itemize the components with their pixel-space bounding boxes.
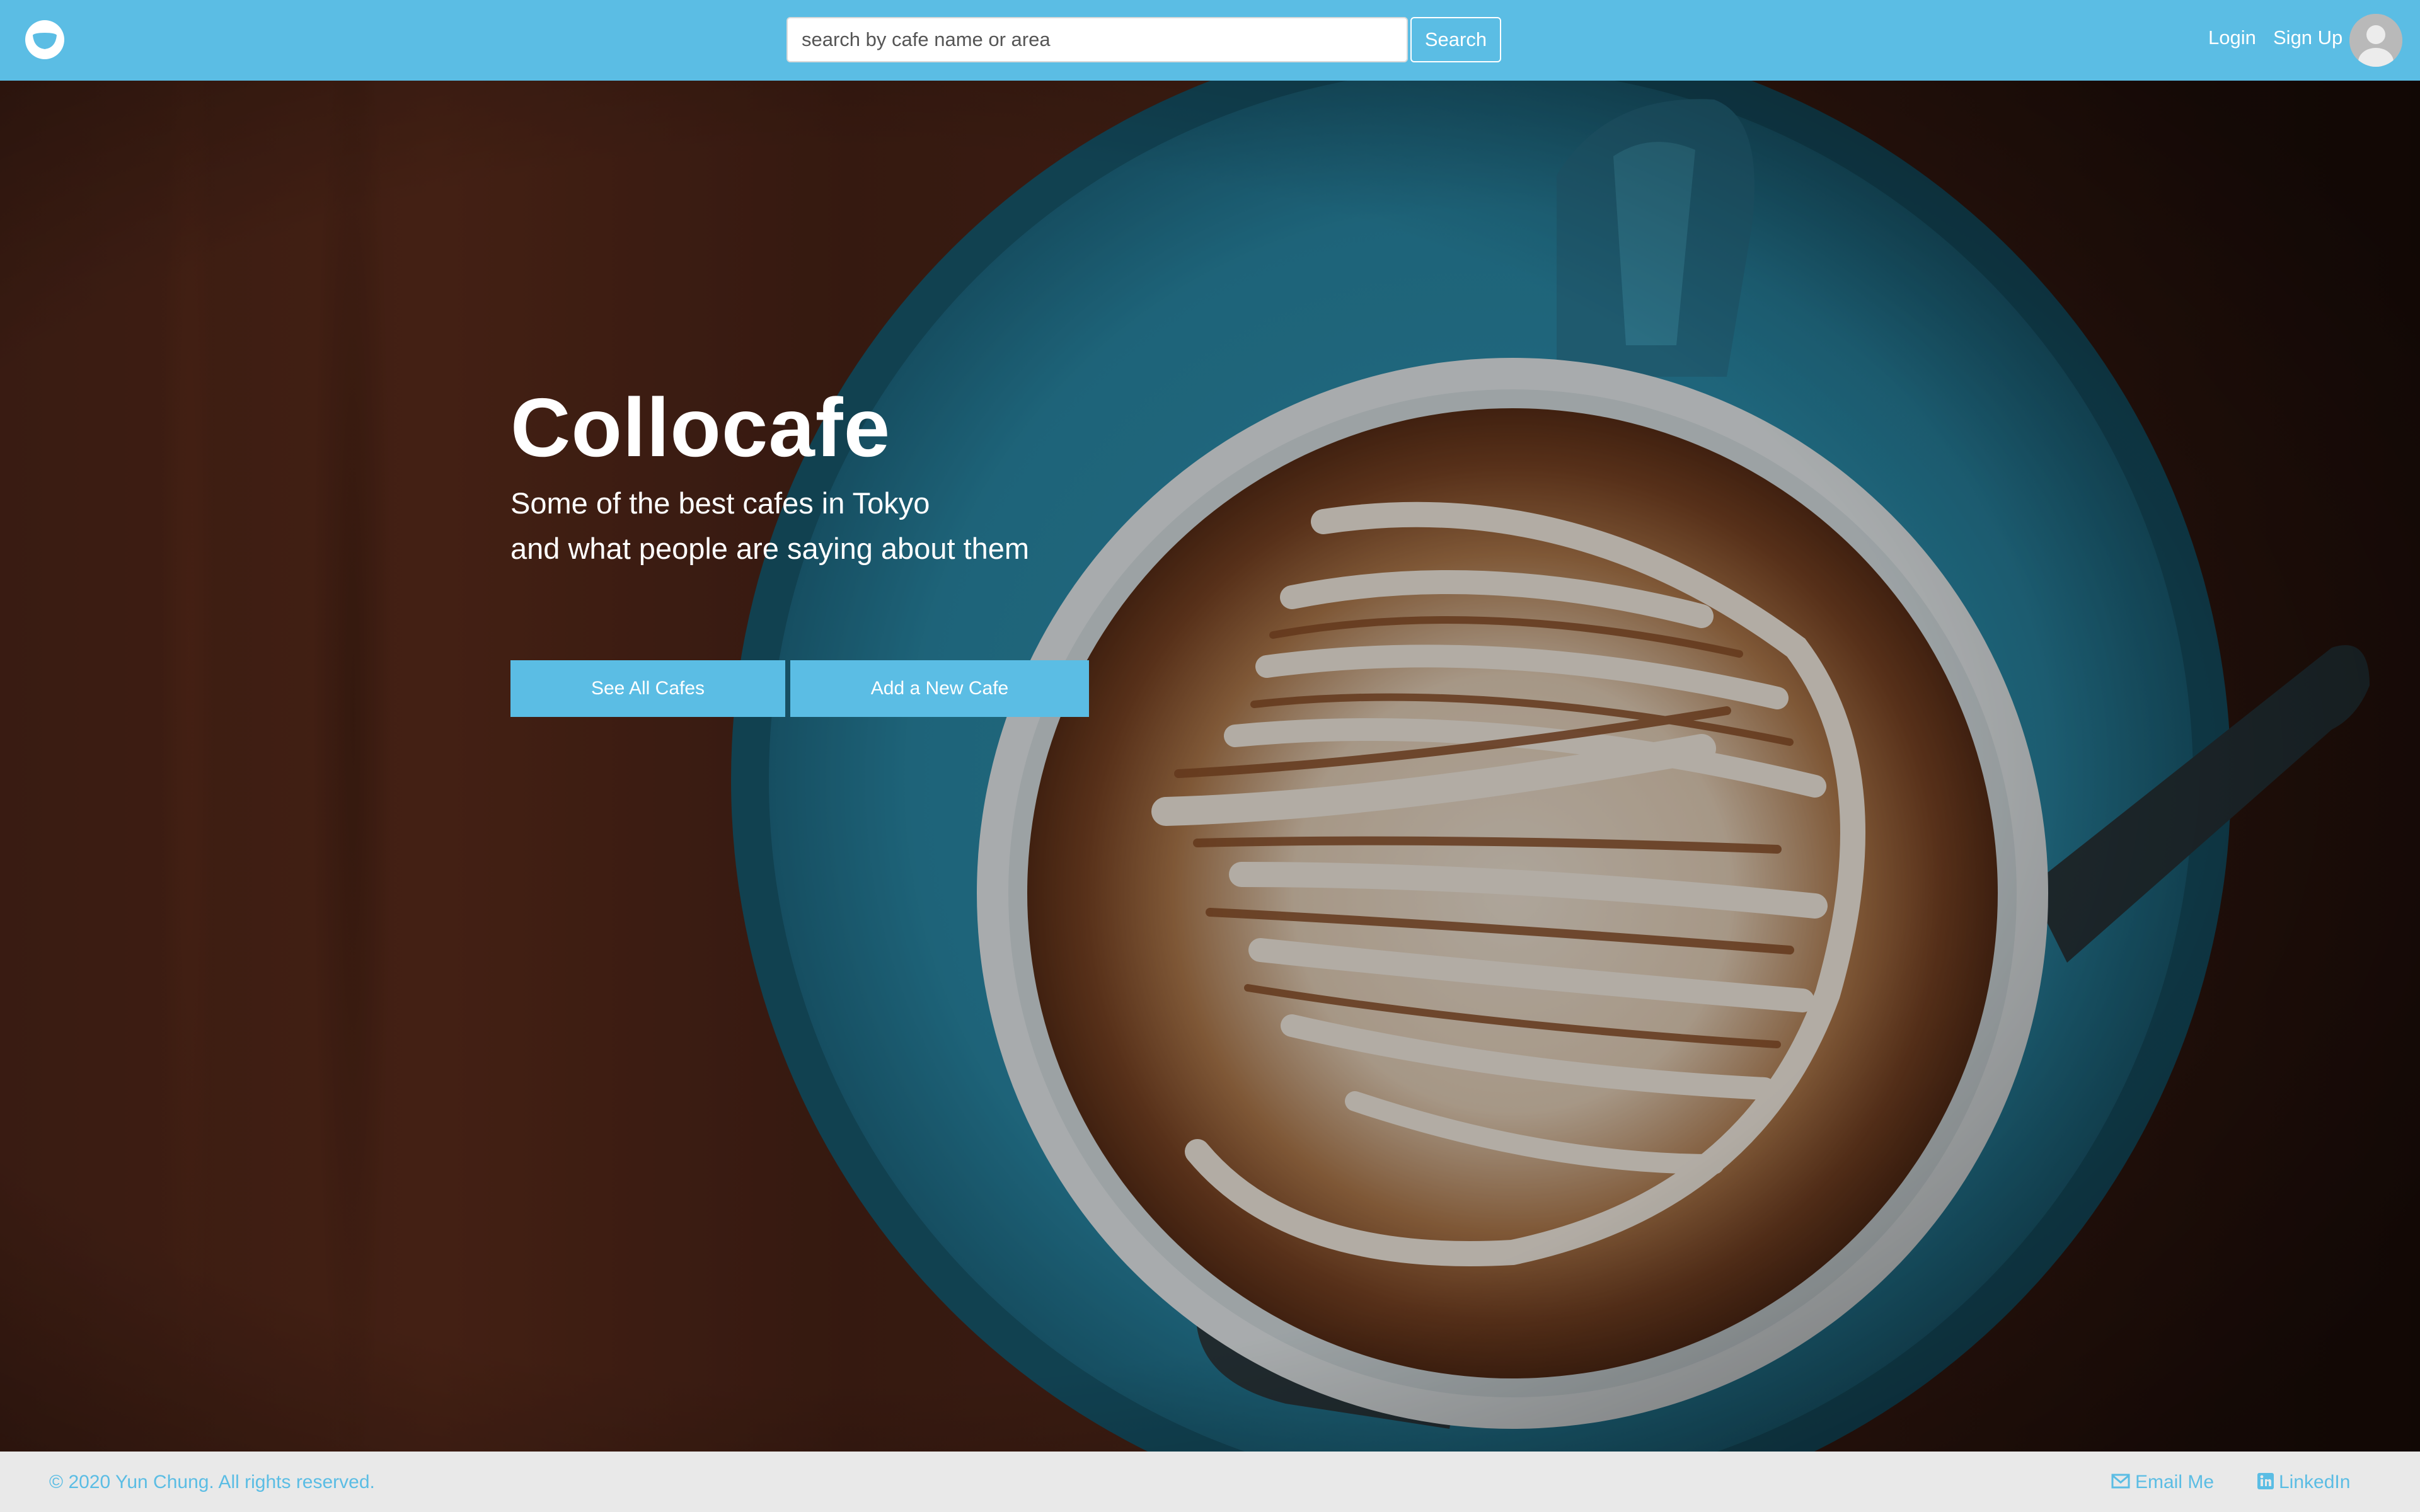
page-footer: © 2020 Yun Chung. All rights reserved. E… — [0, 1452, 2420, 1512]
hero-button-group: See All Cafes Add a New Cafe — [510, 660, 1141, 718]
home-logo-link[interactable] — [24, 19, 66, 60]
search-input[interactable] — [786, 17, 1408, 62]
top-navbar: Search Login Sign Up — [0, 0, 2420, 81]
avatar-silhouette-icon — [2349, 14, 2402, 67]
add-new-cafe-button[interactable]: Add a New Cafe — [790, 660, 1089, 717]
user-avatar-icon[interactable] — [2349, 14, 2402, 67]
search-button[interactable]: Search — [1410, 17, 1501, 62]
hero-content: Collocafe Some of the best cafes in Toky… — [510, 381, 1267, 717]
hero-subtitle: Some of the best cafes in Tokyo and what… — [510, 481, 1267, 571]
copyright-text: © 2020 Yun Chung. All rights reserved. — [49, 1472, 375, 1492]
linkedin-label: LinkedIn — [2279, 1472, 2351, 1492]
hero-subtitle-line-1: Some of the best cafes in Tokyo — [510, 486, 930, 520]
email-me-link[interactable]: Email Me — [2111, 1472, 2214, 1493]
login-link[interactable]: Login — [2208, 26, 2256, 49]
hero-dark-overlay — [0, 81, 2420, 1452]
hero-section: Collocafe Some of the best cafes in Toky… — [0, 81, 2420, 1452]
linkedin-link[interactable]: LinkedIn — [2257, 1472, 2350, 1493]
envelope-icon — [2111, 1474, 2130, 1489]
coffee-cup-icon — [25, 20, 64, 59]
email-me-label: Email Me — [2135, 1472, 2215, 1492]
see-all-cafes-button[interactable]: See All Cafes — [510, 660, 785, 717]
hero-subtitle-line-2: and what people are saying about them — [510, 532, 1030, 566]
linkedin-icon — [2257, 1473, 2274, 1490]
signup-link[interactable]: Sign Up — [2273, 26, 2342, 49]
hero-title: Collocafe — [510, 381, 891, 474]
